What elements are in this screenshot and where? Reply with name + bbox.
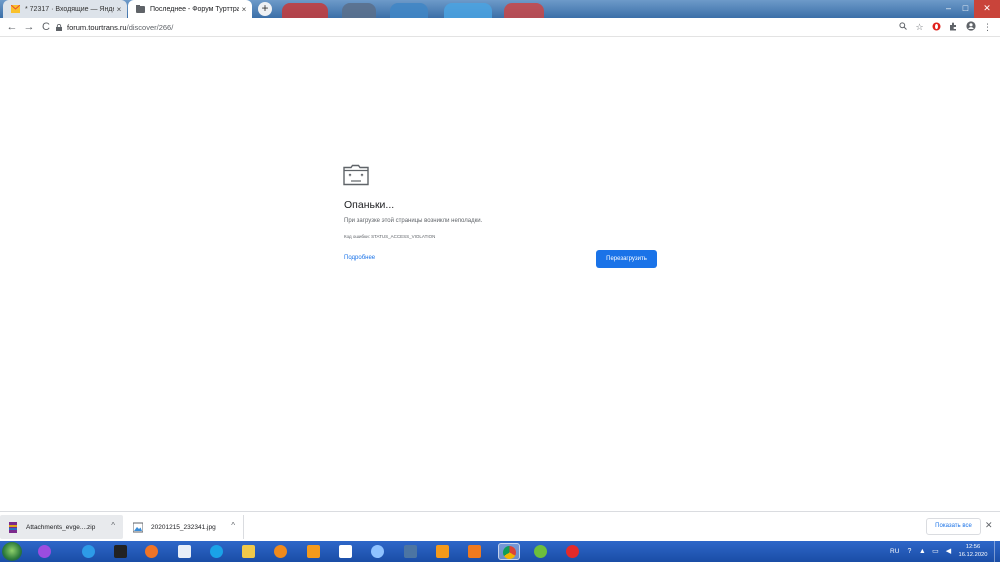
- extensions-icon[interactable]: [945, 22, 962, 33]
- maximize-button[interactable]: □: [957, 0, 974, 18]
- language-indicator[interactable]: RU: [890, 548, 899, 555]
- chevron-up-icon[interactable]: ^: [231, 521, 235, 530]
- download-item[interactable]: Attachments_evge....zip ^: [0, 515, 123, 539]
- yandex-icon[interactable]: [564, 543, 581, 560]
- word-icon[interactable]: [176, 543, 193, 560]
- explorer-icon[interactable]: [240, 543, 257, 560]
- ie-icon[interactable]: [80, 543, 97, 560]
- start-button[interactable]: [2, 542, 22, 561]
- tab-yandex-mail[interactable]: * 72317 · Входящие — Яндекс.Почта ×: [3, 0, 127, 18]
- odnoklassniki-icon[interactable]: [434, 543, 451, 560]
- sad-tab-icon: [343, 164, 369, 186]
- background-decoration: [504, 3, 544, 18]
- clock-time: 12:56: [965, 544, 981, 550]
- mail-icon: [11, 5, 20, 13]
- image-file-icon: [133, 522, 143, 532]
- ie-orange-icon[interactable]: [272, 543, 289, 560]
- page-content: Опаньки... При загрузке этой страницы во…: [0, 38, 1000, 511]
- close-shelf-icon[interactable]: ✕: [985, 520, 993, 531]
- clock-date: 16.12.2020: [958, 552, 988, 558]
- reload-page-button[interactable]: C: [38, 19, 54, 35]
- ccleaner-icon[interactable]: [112, 543, 129, 560]
- background-decoration: [342, 3, 376, 18]
- ok-icon[interactable]: [305, 543, 322, 560]
- forward-button[interactable]: →: [21, 19, 37, 35]
- tab-title: Последнее - Форум Турттранс-Форум: [150, 5, 239, 13]
- tab-title: * 72317 · Входящие — Яндекс.Почта: [25, 5, 114, 13]
- chrome-icon[interactable]: [498, 543, 520, 560]
- archive-icon: [9, 521, 17, 533]
- chevron-up-icon[interactable]: ^: [111, 521, 115, 530]
- skype-icon[interactable]: [208, 543, 225, 560]
- browser-toolbar: ← → C forum.tourtrans.ru/discover/266/ ☆…: [0, 18, 1000, 37]
- firefox-icon[interactable]: [143, 543, 160, 560]
- download-item[interactable]: 20201215_232341.jpg ^: [125, 515, 244, 539]
- window-controls: – □ ✕: [940, 0, 1000, 18]
- opera-icon[interactable]: [928, 22, 945, 33]
- profile-icon[interactable]: [962, 21, 979, 33]
- background-decoration: [390, 3, 428, 18]
- reload-button[interactable]: Перезагрузить: [596, 250, 657, 268]
- browser-titlebar: * 72317 · Входящие — Яндекс.Почта × Посл…: [0, 0, 1000, 18]
- new-tab-button[interactable]: +: [258, 2, 272, 16]
- tab-close-icon[interactable]: ×: [114, 5, 124, 14]
- toolbar-icons: ☆ ⋮: [894, 19, 996, 35]
- zoom-icon[interactable]: [894, 22, 911, 32]
- alice-icon[interactable]: [36, 543, 53, 560]
- tray-expand-icon[interactable]: ▲: [917, 547, 927, 557]
- download-filename: 20201215_232341.jpg: [151, 523, 216, 531]
- learn-more-link[interactable]: Подробнее: [344, 255, 375, 261]
- utorrent-icon[interactable]: [532, 543, 549, 560]
- lock-icon: [56, 23, 62, 31]
- background-decoration: [282, 3, 328, 18]
- address-host: forum.tourtrans.ru: [67, 22, 127, 32]
- vk-icon[interactable]: [402, 543, 419, 560]
- clock[interactable]: 12:56 16.12.2020: [955, 543, 991, 559]
- yandex-browser-icon[interactable]: [337, 543, 354, 560]
- help-icon[interactable]: ?: [904, 547, 914, 557]
- download-filename: Attachments_evge....zip: [26, 523, 96, 531]
- address-url: forum.tourtrans.ru/discover/266/: [67, 23, 173, 32]
- volume-icon[interactable]: ◀: [943, 547, 953, 557]
- address-path: /discover/266/: [126, 22, 174, 32]
- error-message: При загрузке этой страницы возникли непо…: [344, 218, 483, 224]
- media-icon[interactable]: [466, 543, 483, 560]
- menu-icon[interactable]: ⋮: [979, 22, 996, 33]
- show-desktop-button[interactable]: [994, 541, 1000, 562]
- tab-forum[interactable]: Последнее - Форум Турттранс-Форум ×: [128, 0, 252, 18]
- forum-favicon: [136, 5, 145, 13]
- tab-close-icon[interactable]: ×: [239, 5, 249, 14]
- close-window-button[interactable]: ✕: [974, 0, 1000, 18]
- error-code: Код ошибки: STATUS_ACCESS_VIOLATION: [344, 234, 436, 239]
- minimize-button[interactable]: –: [940, 0, 957, 18]
- background-decoration: [444, 3, 492, 18]
- show-all-downloads-button[interactable]: Показать все: [926, 518, 981, 535]
- error-title: Опаньки...: [344, 199, 395, 211]
- eye-icon[interactable]: [369, 543, 386, 560]
- back-button[interactable]: ←: [4, 19, 20, 35]
- address-bar[interactable]: forum.tourtrans.ru/discover/266/: [56, 19, 926, 35]
- network-icon[interactable]: ▭: [930, 547, 940, 557]
- windows-taskbar: RU ? ▲ ▭ ◀ 12:56 16.12.2020: [0, 541, 1000, 562]
- download-shelf: Attachments_evge....zip ^ 20201215_23234…: [0, 511, 1000, 541]
- star-icon[interactable]: ☆: [911, 22, 928, 33]
